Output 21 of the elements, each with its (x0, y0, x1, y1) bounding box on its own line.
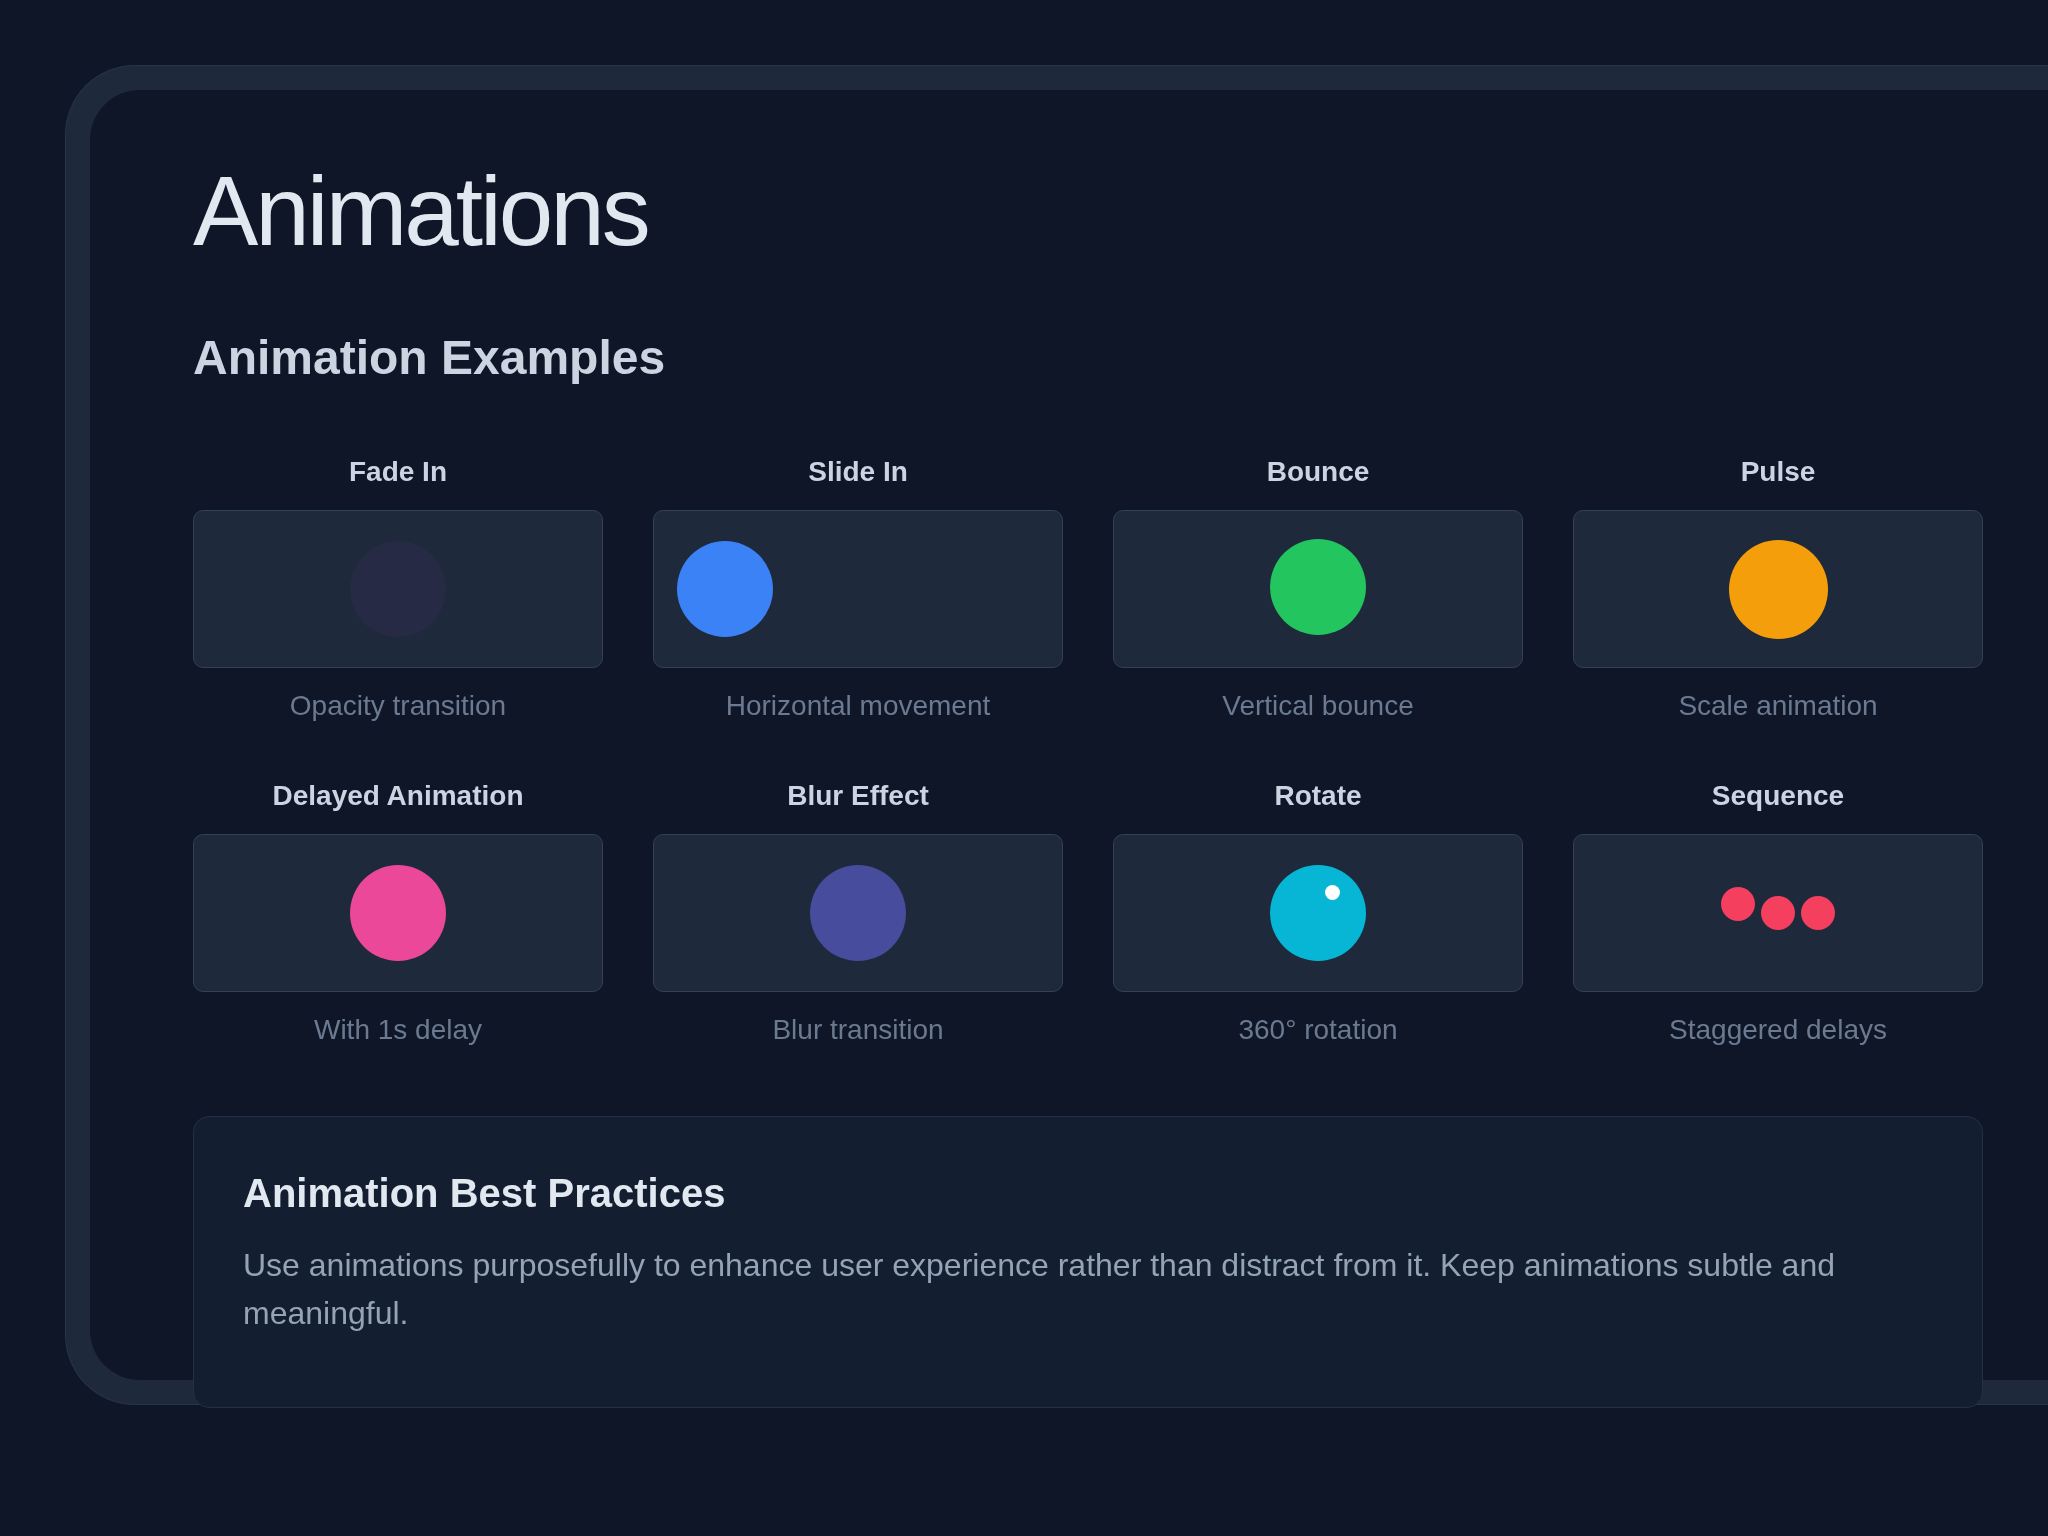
example-title: Pulse (1740, 455, 1816, 489)
info-text: Use animations purposefully to enhance user experience rather than distract from it. Keep animations subtle and meaningful. (243, 1246, 1836, 1333)
example-title: Bounce (1266, 455, 1370, 489)
example-description: With 1s delay (313, 1013, 483, 1047)
example-title: Blur Effect (787, 779, 929, 813)
example-title: Delayed Animation (272, 779, 524, 813)
example-description: Scale animation (1678, 689, 1878, 723)
page-title: Animations (193, 156, 649, 266)
example-description: Horizontal movement (725, 689, 991, 723)
example-description: 360° rotation (1238, 1013, 1398, 1047)
section-title: Animation Examples (193, 330, 667, 386)
info-title: Animation Best Practices (243, 1170, 727, 1217)
example-description: Vertical bounce (1222, 689, 1414, 723)
example-title: Sequence (1711, 779, 1845, 813)
example-title: Rotate (1274, 779, 1362, 813)
example-description: Opacity transition (289, 689, 507, 723)
dot-icon (1325, 885, 1340, 900)
example-description: Blur transition (772, 1013, 944, 1047)
example-title: Slide In (808, 455, 908, 489)
example-description: Staggered delays (1669, 1013, 1887, 1047)
example-title: Fade In (349, 455, 447, 489)
